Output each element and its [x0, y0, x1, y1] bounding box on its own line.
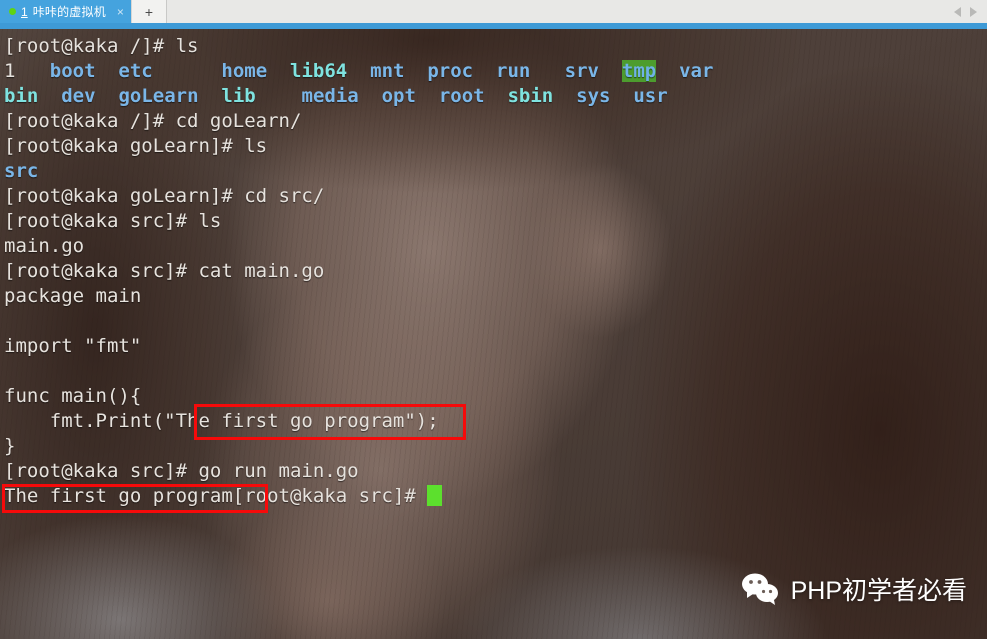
watermark: PHP初学者必看 — [741, 571, 967, 607]
terminal-text: etc — [118, 60, 153, 82]
tab-index-label: 1 — [21, 4, 28, 19]
terminal-text: var — [679, 60, 714, 82]
terminal-line: 1 boot etc home lib64 mnt proc run srv t… — [4, 59, 987, 84]
terminal-text: [root@kaka src]# ls — [4, 210, 222, 232]
terminal-line: [root@kaka goLearn]# ls — [4, 134, 987, 159]
terminal-text: [root@kaka src]# go run main.go — [4, 460, 359, 482]
terminal-text: fmt.Print("The first go program"); — [4, 410, 439, 432]
terminal-text: usr — [633, 85, 668, 107]
terminal-text: The first go program[root@kaka src]# — [4, 485, 428, 507]
terminal-text: opt — [381, 85, 416, 107]
tab-bar: 1 咔咔的虚拟机 × + — [0, 0, 987, 23]
terminal-text: tmp — [621, 60, 657, 82]
terminal-cursor — [427, 485, 443, 506]
terminal-text: main.go — [4, 235, 85, 257]
terminal-line: } — [4, 434, 987, 459]
terminal-text: lib — [221, 85, 256, 107]
terminal-text: goLearn — [118, 85, 199, 107]
terminal-text: proc — [427, 60, 474, 82]
watermark-text: PHP初学者必看 — [790, 577, 967, 605]
terminal-line: fmt.Print("The first go program"); — [4, 409, 987, 434]
terminal-text: lib64 — [290, 60, 348, 82]
terminal-text: import "fmt" — [4, 335, 142, 357]
terminal-text: 1 — [4, 60, 50, 82]
tab-nav-arrows — [950, 0, 987, 23]
terminal-line: The first go program[root@kaka src]# — [4, 484, 987, 509]
terminal-text: media — [301, 85, 359, 107]
terminal-output[interactable]: [root@kaka /]# ls 1 boot etc home lib64 m… — [0, 29, 987, 639]
tab-bar-filler — [166, 0, 950, 23]
connection-status-dot-icon — [9, 8, 16, 15]
terminal-text: bin — [4, 85, 39, 107]
terminal-text: [root@kaka /]# ls — [4, 35, 199, 57]
terminal-line: src — [4, 159, 987, 184]
terminal-text: [root@kaka /]# cd goLearn/ — [4, 110, 302, 132]
terminal-line: package main — [4, 284, 987, 309]
terminal-line: func main(){ — [4, 384, 987, 409]
tab-virtual-machine-1[interactable]: 1 咔咔的虚拟机 × — [0, 0, 131, 23]
close-icon[interactable]: × — [117, 5, 124, 19]
prev-arrow-icon[interactable] — [954, 6, 961, 17]
terminal-text: [root@kaka src]# cat main.go — [4, 260, 325, 282]
terminal-text: srv — [564, 60, 599, 82]
terminal-text: } — [4, 435, 16, 457]
terminal-line: import "fmt" — [4, 334, 987, 359]
terminal-text: [root@kaka goLearn]# cd src/ — [4, 185, 325, 207]
terminal-text: mnt — [370, 60, 405, 82]
terminal-line: [root@kaka /]# ls — [4, 34, 987, 59]
terminal-line: [root@kaka goLearn]# cd src/ — [4, 184, 987, 209]
terminal-text: package main — [4, 285, 142, 307]
terminal-text: boot — [49, 60, 96, 82]
terminal-line: [root@kaka src]# cat main.go — [4, 259, 987, 284]
terminal-text: home — [221, 60, 268, 82]
terminal-line: [root@kaka src]# ls — [4, 209, 987, 234]
terminal-text: dev — [61, 85, 96, 107]
terminal-text: [root@kaka goLearn]# ls — [4, 135, 268, 157]
terminal-line: [root@kaka src]# go run main.go — [4, 459, 987, 484]
wechat-icon — [741, 572, 781, 606]
terminal-line: main.go — [4, 234, 987, 259]
terminal-line: bin dev goLearn lib media opt root sbin … — [4, 84, 987, 109]
terminal-text: run — [496, 60, 531, 82]
terminal-line: [root@kaka /]# cd goLearn/ — [4, 109, 987, 134]
terminal-text: sys — [576, 85, 611, 107]
next-arrow-icon[interactable] — [970, 6, 977, 17]
new-tab-button[interactable]: + — [130, 0, 167, 23]
terminal-text: src — [4, 160, 39, 182]
terminal-text: func main(){ — [4, 385, 142, 407]
terminal-text: root — [438, 85, 485, 107]
tab-title-label: 咔咔的虚拟机 — [32, 5, 106, 19]
terminal-text: sbin — [507, 85, 554, 107]
